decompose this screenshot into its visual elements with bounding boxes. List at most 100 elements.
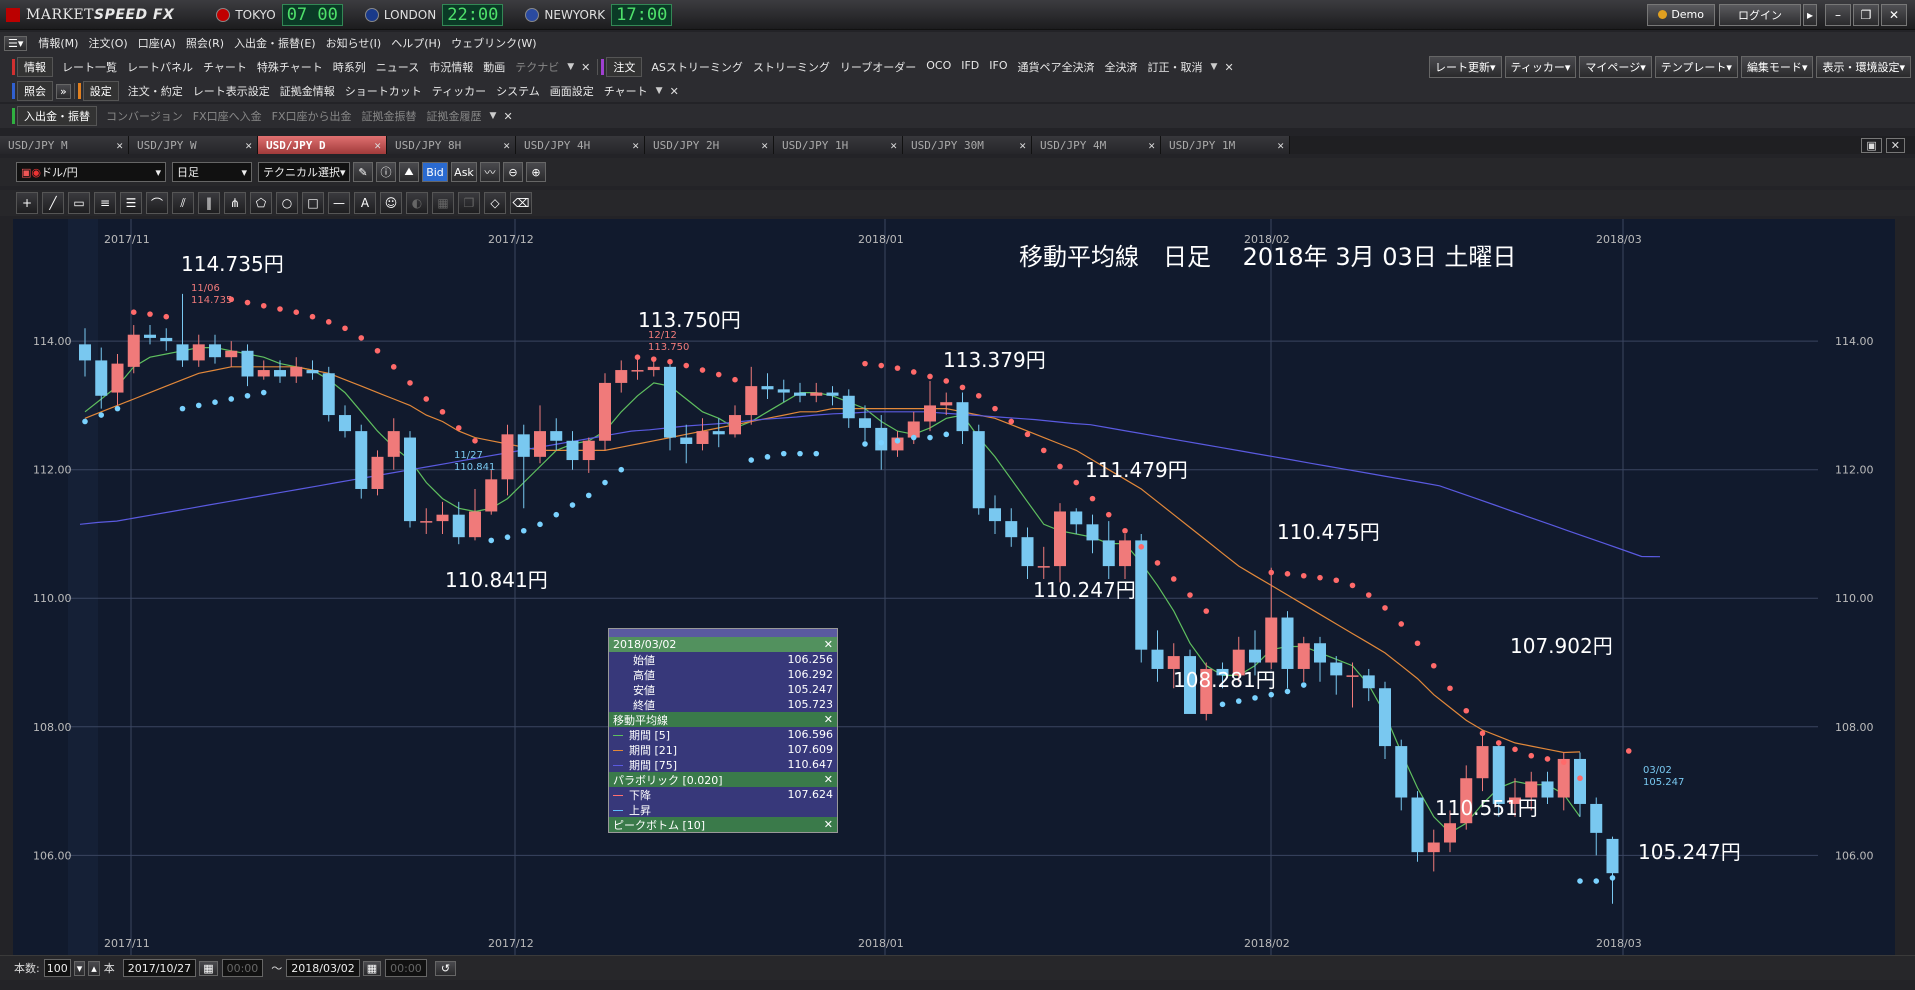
from-date-input[interactable]: 2017/10/27 [123, 959, 196, 977]
eraser-icon[interactable]: ◇ [484, 192, 506, 214]
horizontal-line-icon[interactable]: — [328, 192, 350, 214]
fan-icon[interactable]: ⫽ [172, 192, 194, 214]
info-item-1[interactable]: レートパネル [122, 59, 198, 75]
tab-6[interactable]: USD/JPY 1H✕ [774, 136, 903, 154]
deposit-item-1[interactable]: FX口座へ入金 [188, 108, 267, 124]
calendar-icon[interactable]: ▦ [199, 961, 217, 976]
mountain-chart-icon[interactable]: ⛰ [399, 162, 419, 182]
zoom-in-icon[interactable]: ⊕ [526, 162, 546, 182]
order-item-7[interactable]: 全決済 [1100, 59, 1143, 75]
right-button-0[interactable]: レート更新▾ [1429, 56, 1502, 78]
tab-close-icon[interactable]: ✕ [498, 139, 515, 152]
setting-item-4[interactable]: ティッカー [427, 83, 491, 99]
setting-item-0[interactable]: 注文・約定 [123, 83, 188, 99]
peak-close-icon[interactable]: ✕ [824, 818, 833, 831]
menu-technavi[interactable]: テクナビ [510, 59, 564, 75]
tab-close-icon[interactable]: ✕ [240, 139, 257, 152]
deposit-dropdown-icon[interactable]: ▼ [487, 111, 500, 121]
order-item-5[interactable]: IFO [984, 59, 1012, 75]
order-item-2[interactable]: リーブオーダー [835, 59, 921, 75]
tab-8[interactable]: USD/JPY 4M✕ [1032, 136, 1161, 154]
setting-item-6[interactable]: 画面設定 [545, 83, 599, 99]
count-up-icon[interactable]: ▴ [88, 961, 100, 976]
info-item-4[interactable]: 時系列 [328, 59, 371, 75]
info-icon[interactable]: ⓘ [376, 162, 396, 182]
collapse-icon[interactable]: » [56, 84, 71, 99]
circle-icon[interactable]: ○ [276, 192, 298, 214]
menu-item-0[interactable]: 情報(M) [33, 35, 83, 51]
menu-item-5[interactable]: お知らせ(I) [321, 35, 387, 51]
right-button-1[interactable]: ティッカー▾ [1505, 56, 1577, 78]
close-window-button[interactable]: ✕ [1881, 4, 1907, 26]
to-date-input[interactable]: 2018/03/02 [286, 959, 359, 977]
tab-close-icon[interactable]: ✕ [885, 139, 902, 152]
maximize-chart-icon[interactable]: ▣ [1861, 138, 1881, 153]
info-item-0[interactable]: レート一覧 [57, 59, 122, 75]
deposit-item-3[interactable]: 証拠金振替 [357, 108, 422, 124]
ask-button[interactable]: Ask [451, 162, 477, 182]
tab-close-icon[interactable]: ✕ [369, 139, 386, 152]
info-item-7[interactable]: 動画 [478, 59, 510, 75]
tab-close-icon[interactable]: ✕ [1014, 139, 1031, 152]
menu-item-7[interactable]: ウェブリンク(W) [446, 35, 541, 51]
setting-item-3[interactable]: ショートカット [340, 83, 427, 99]
info-dropdown-icon[interactable]: ▼ [564, 62, 577, 72]
order-item-6[interactable]: 通貨ペア全決済 [1013, 59, 1100, 75]
setting-item-1[interactable]: レート表示設定 [188, 83, 275, 99]
calendar-icon[interactable]: ▦ [363, 961, 381, 976]
close-chart-icon[interactable]: ✕ [1886, 138, 1905, 153]
info-item-5[interactable]: ニュース [371, 59, 424, 75]
tab-close-icon[interactable]: ✕ [756, 139, 773, 152]
bid-button[interactable]: Bid [422, 162, 448, 182]
ma-close-icon[interactable]: ✕ [824, 713, 833, 726]
rectangle-icon[interactable]: □ [302, 192, 324, 214]
menu-toggle-icon[interactable]: ☰▾ [4, 36, 27, 51]
right-button-2[interactable]: マイページ▾ [1579, 56, 1651, 78]
order-dropdown-icon[interactable]: ▼ [1208, 62, 1221, 72]
vertical-lines-icon[interactable]: ‖ [198, 192, 220, 214]
refresh-icon[interactable]: ↺ [435, 961, 456, 976]
sar-close-icon[interactable]: ✕ [824, 773, 833, 786]
tab-2[interactable]: USD/JPY D✕ [258, 136, 387, 154]
count-down-icon[interactable]: ▾ [74, 961, 86, 976]
pair-select[interactable]: ▣◉ドル/円▾ [16, 162, 166, 182]
order-item-8[interactable]: 訂正・取消 [1143, 59, 1208, 75]
deposit-close-icon[interactable]: ✕ [499, 110, 516, 123]
tab-close-icon[interactable]: ✕ [1143, 139, 1160, 152]
setting-item-2[interactable]: 証拠金情報 [275, 83, 340, 99]
menu-item-4[interactable]: 入出金・振替(E) [229, 35, 321, 51]
order-item-0[interactable]: ASストリーミング [646, 59, 748, 75]
menu-item-1[interactable]: 注文(O) [83, 35, 132, 51]
from-time-input[interactable]: 00:00 [222, 959, 264, 977]
right-button-3[interactable]: テンプレート▾ [1655, 56, 1738, 78]
login-arrow-button[interactable]: ▸ [1803, 4, 1817, 26]
icon-tool-icon[interactable]: ☺ [380, 192, 402, 214]
erase-all-icon[interactable]: ⌫ [510, 192, 532, 214]
info-item-3[interactable]: 特殊チャート [252, 59, 328, 75]
line-chart-icon[interactable]: 〰 [480, 162, 500, 182]
to-time-input[interactable]: 00:00 [385, 959, 427, 977]
text-icon[interactable]: A [354, 192, 376, 214]
polygon-icon[interactable]: ⬠ [250, 192, 272, 214]
fibonacci-arc-icon[interactable]: ⌒ [146, 192, 168, 214]
restore-button[interactable]: ❐ [1853, 4, 1879, 26]
tooltip-drag-handle[interactable] [609, 629, 837, 637]
candlestick-chart[interactable]: 114.00114.00112.00112.00110.00110.00108.… [13, 219, 1895, 955]
magnet-icon[interactable]: ◐ [406, 192, 428, 214]
tab-4[interactable]: USD/JPY 4H✕ [516, 136, 645, 154]
order-item-3[interactable]: OCO [921, 59, 956, 75]
order-close-icon[interactable]: ✕ [1220, 61, 1237, 74]
info-item-6[interactable]: 市況情報 [424, 59, 478, 75]
order-item-4[interactable]: IFD [956, 59, 984, 75]
tab-1[interactable]: USD/JPY W✕ [129, 136, 258, 154]
pen-icon[interactable]: ✎ [353, 162, 373, 182]
layers-icon[interactable]: ▦ [432, 192, 454, 214]
channel-icon[interactable]: ☰ [120, 192, 142, 214]
deposit-item-2[interactable]: FX口座から出金 [267, 108, 357, 124]
right-button-4[interactable]: 編集モード▾ [1741, 56, 1814, 78]
tab-close-icon[interactable]: ✕ [111, 139, 128, 152]
tab-7[interactable]: USD/JPY 30M✕ [903, 136, 1032, 154]
info-item-2[interactable]: チャート [198, 59, 252, 75]
setting-item-5[interactable]: システム [491, 83, 545, 99]
settings-dropdown-icon[interactable]: ▼ [653, 86, 666, 96]
